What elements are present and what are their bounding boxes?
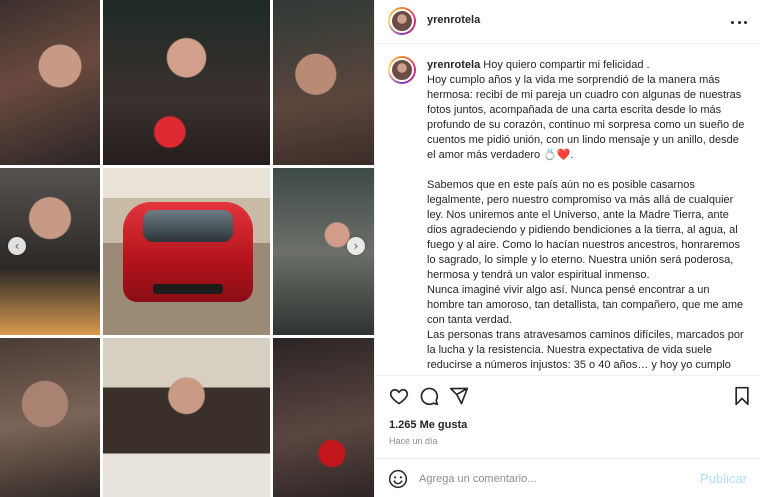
photo-tile: [273, 338, 374, 497]
red-car-image: [123, 202, 253, 302]
next-photo-button[interactable]: ›: [347, 237, 365, 255]
post-caption: yrenrotela Hoy quiero compartir mi felic…: [427, 58, 749, 375]
photo-tile: [103, 0, 270, 165]
share-icon[interactable]: [449, 386, 469, 406]
post-timestamp[interactable]: Hace un día: [389, 436, 438, 446]
likes-count[interactable]: 1.265 Me gusta: [389, 419, 467, 431]
previous-photo-button[interactable]: ‹: [8, 237, 26, 255]
caption-username[interactable]: yrenrotela: [427, 59, 480, 71]
caption-area[interactable]: yrenrotela Hoy quiero compartir mi felic…: [375, 44, 760, 375]
header-username[interactable]: yrenrotela: [427, 14, 480, 26]
post-panel: yrenrotela yrenrotela Hoy quiero compart…: [374, 0, 760, 497]
heart-icon[interactable]: [389, 386, 409, 406]
comment-bar: Publicar: [375, 458, 760, 497]
avatar[interactable]: [388, 56, 416, 84]
post-media[interactable]: ‹ ›: [0, 0, 374, 497]
photo-tile: [0, 338, 100, 497]
caption-text: Hoy quiero compartir mi felicidad . Hoy …: [427, 59, 745, 375]
photo-collage: [0, 0, 374, 497]
post-comment-button[interactable]: Publicar: [700, 471, 747, 486]
avatar[interactable]: [388, 7, 416, 35]
photo-tile: [273, 0, 374, 165]
post-header: yrenrotela: [375, 0, 760, 44]
photo-tile: [103, 338, 270, 497]
post-actions: 1.265 Me gusta Hace un día Publicar: [375, 375, 760, 492]
comment-input[interactable]: [419, 468, 679, 490]
comment-icon[interactable]: [419, 386, 439, 406]
bookmark-icon[interactable]: [732, 386, 752, 406]
photo-tile-car: [103, 168, 270, 335]
emoji-icon[interactable]: [388, 469, 408, 489]
more-icon[interactable]: [731, 14, 747, 30]
photo-tile: [0, 0, 100, 165]
